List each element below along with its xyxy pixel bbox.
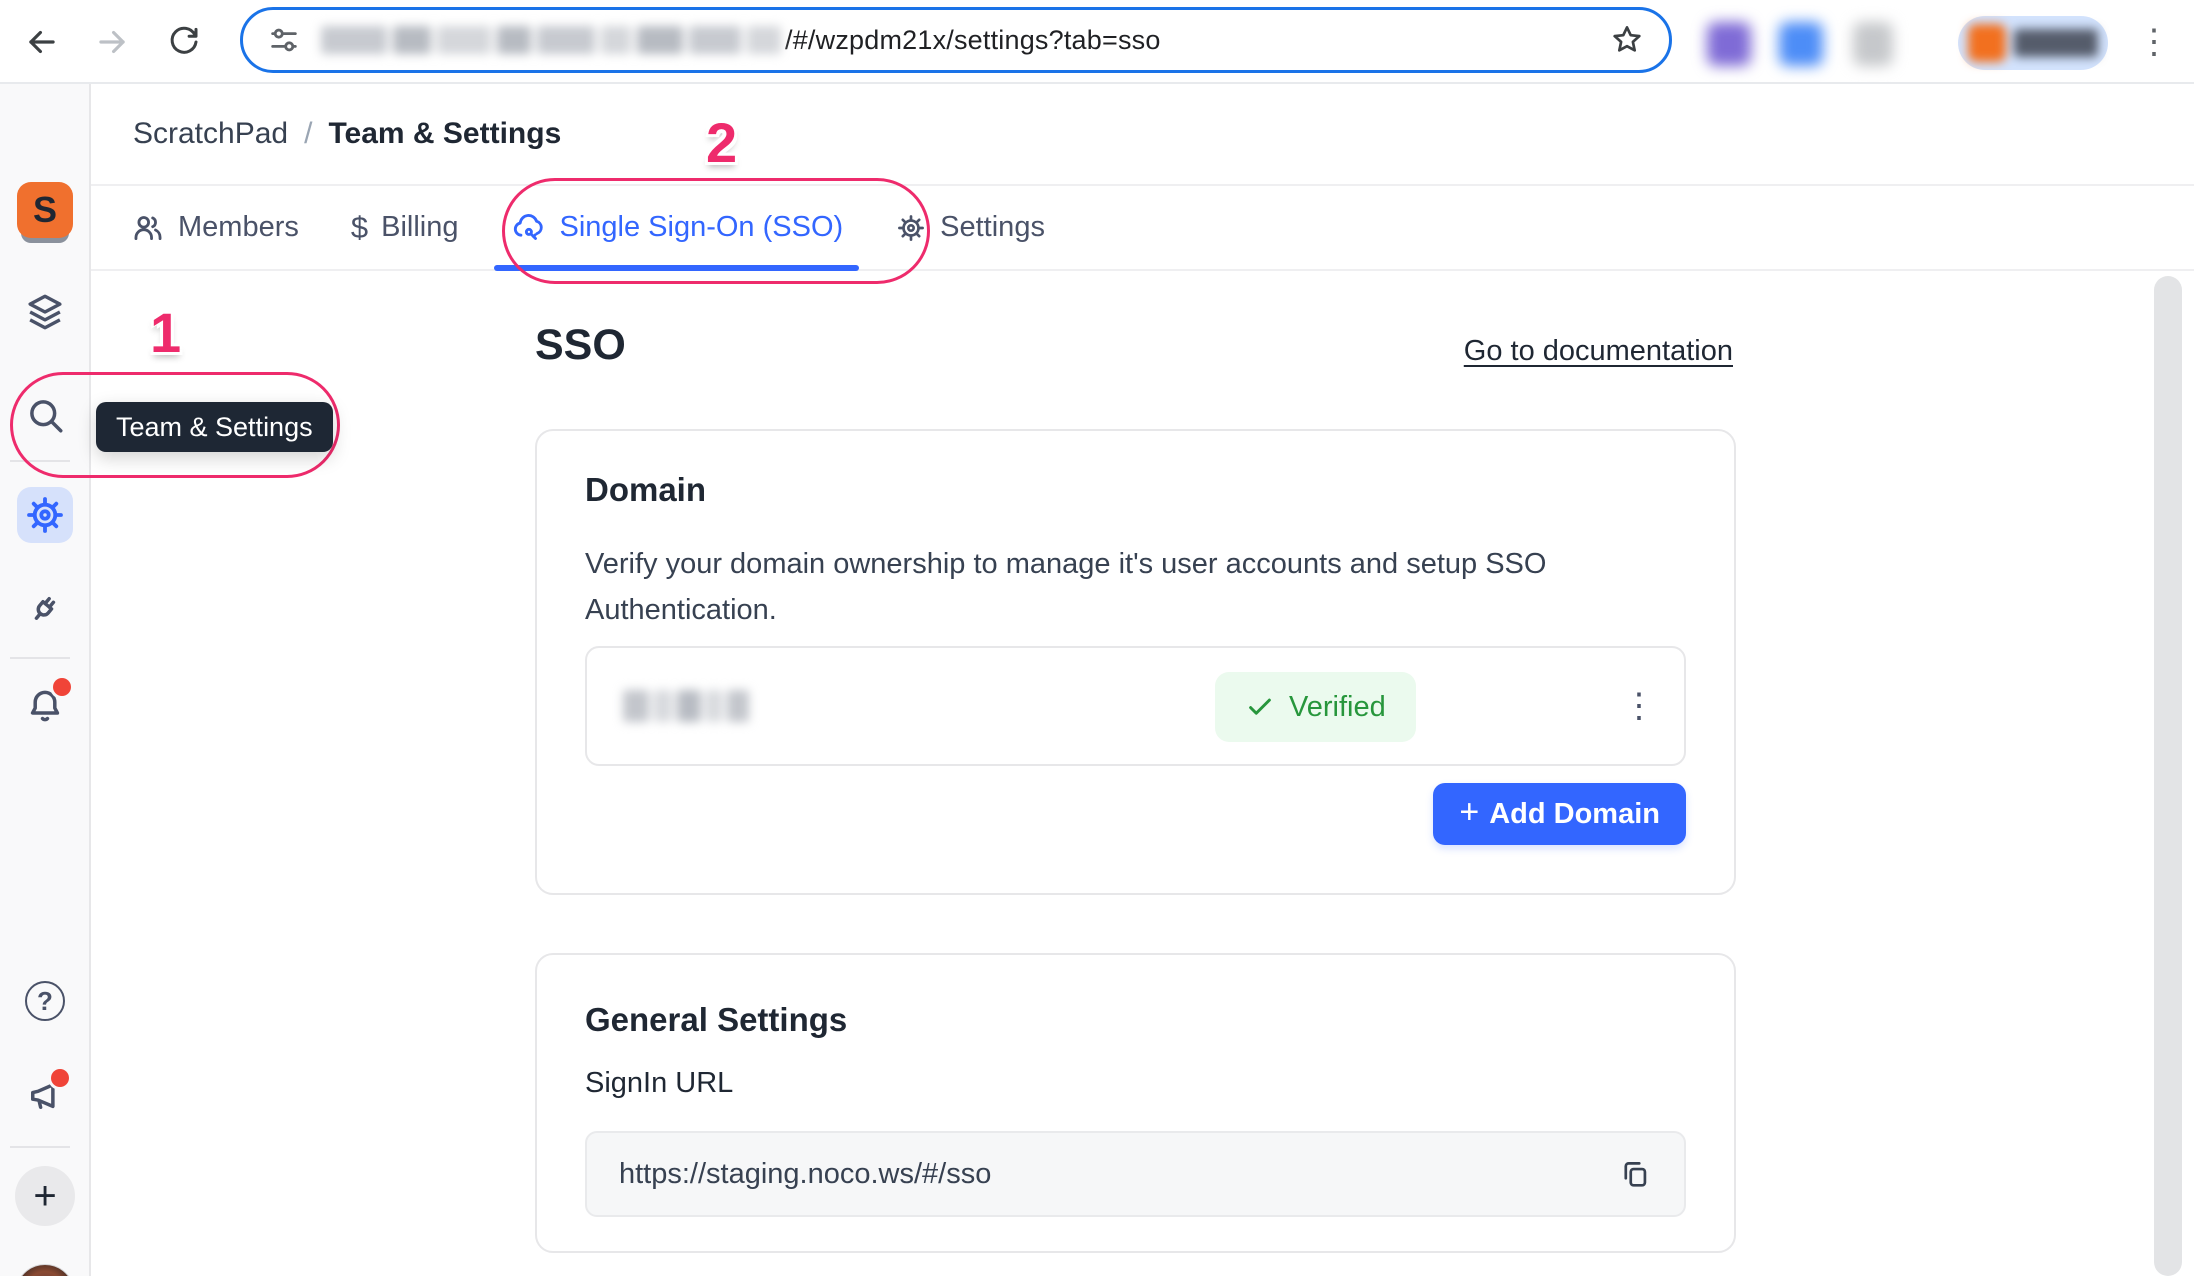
go-to-documentation-link[interactable]: Go to documentation [1464, 335, 1733, 368]
extension-icon[interactable] [1707, 22, 1751, 66]
back-button[interactable] [14, 14, 70, 70]
dollar-icon: $ [351, 210, 368, 246]
domain-card-title: Domain [585, 471, 706, 509]
signin-url-value: https://staging.noco.ws/#/sso [619, 1158, 991, 1191]
breadcrumb: ScratchPad / Team & Settings [91, 84, 2194, 186]
forward-button[interactable] [84, 14, 140, 70]
kebab-menu-icon: ⋮ [1622, 686, 1656, 726]
add-workspace-button[interactable]: + [15, 1166, 75, 1226]
domain-card-description: Verify your domain ownership to manage i… [585, 541, 1645, 633]
copy-url-button[interactable] [1618, 1157, 1652, 1191]
add-domain-button[interactable]: + Add Domain [1433, 783, 1686, 845]
profile-chip-content [1968, 24, 2098, 62]
domain-row: Verified ⋮ [585, 646, 1686, 766]
sidebar-divider [10, 1146, 70, 1148]
question-icon: ? [25, 981, 65, 1021]
mini-sidebar: S [0, 84, 91, 1276]
annotation-number-2: 2 [706, 110, 737, 175]
layers-icon [24, 291, 66, 333]
profile-name-blurred [2014, 29, 2098, 57]
plug-icon [24, 587, 66, 629]
signin-url-label: SignIn URL [585, 1067, 733, 1100]
whats-new-badge [51, 1069, 69, 1087]
sso-settings-panel: SSO Go to documentation Domain Verify yo… [91, 271, 2194, 1276]
extension-icon[interactable] [1853, 22, 1893, 66]
breadcrumb-separator: / [304, 117, 312, 151]
star-icon [1609, 22, 1645, 58]
sidebar-item-team-settings[interactable] [17, 487, 73, 543]
browser-profile-chip[interactable] [1958, 16, 2108, 70]
vertical-scrollbar-thumb[interactable] [2154, 276, 2182, 1276]
plus-icon: + [1459, 793, 1479, 832]
settings-tabs: Members $ Billing Single Sign-On (SSO) S… [91, 186, 2194, 271]
sidebar-item-notifications[interactable] [17, 678, 73, 734]
redacted-url-domain [321, 26, 781, 54]
general-settings-card: General Settings SignIn URL https://stag… [535, 953, 1736, 1253]
tab-members[interactable]: Members [105, 186, 325, 269]
workspace-logo-blurred [1968, 24, 2006, 62]
breadcrumb-current: Team & Settings [328, 117, 561, 151]
breadcrumb-workspace[interactable]: ScratchPad [133, 117, 288, 151]
browser-menu-button[interactable]: ⋮ [2126, 14, 2182, 70]
domain-actions-menu-button[interactable]: ⋮ [1622, 648, 1656, 764]
copy-icon [1618, 1157, 1652, 1191]
page-title: SSO [535, 321, 626, 370]
back-arrow-icon [23, 23, 61, 61]
general-card-title: General Settings [585, 1001, 847, 1039]
annotation-circle-step2 [502, 178, 930, 284]
check-icon [1245, 692, 1275, 722]
browser-window: /#/wzpdm21x/settings?tab=sso ⋮ S [0, 0, 2194, 1276]
bookmark-star-button[interactable] [1609, 22, 1645, 58]
reload-button[interactable] [156, 14, 212, 70]
users-icon [131, 211, 165, 245]
forward-arrow-icon [93, 23, 131, 61]
tab-label: Members [178, 211, 299, 244]
tab-label: Billing [381, 211, 458, 244]
add-domain-label: Add Domain [1489, 798, 1660, 831]
verified-badge: Verified [1215, 672, 1416, 742]
sidebar-item-integrations[interactable] [17, 580, 73, 636]
verified-label: Verified [1289, 691, 1386, 724]
redacted-domain-name [623, 690, 749, 722]
extension-icon[interactable] [1779, 22, 1823, 66]
tab-billing[interactable]: $ Billing [325, 186, 485, 269]
notification-badge [53, 678, 71, 696]
user-avatar[interactable] [15, 1264, 75, 1276]
workspace-logo[interactable]: S [17, 182, 73, 238]
domain-card: Domain Verify your domain ownership to m… [535, 429, 1736, 895]
sidebar-item-bases[interactable] [17, 284, 73, 340]
url-path: /#/wzpdm21x/settings?tab=sso [785, 25, 1161, 56]
signin-url-field[interactable]: https://staging.noco.ws/#/sso [585, 1131, 1686, 1217]
sidebar-divider [10, 657, 70, 659]
address-bar[interactable]: /#/wzpdm21x/settings?tab=sso [240, 7, 1672, 73]
sidebar-item-whats-new[interactable] [17, 1067, 73, 1123]
kebab-menu-icon: ⋮ [2137, 25, 2171, 59]
annotation-number-1: 1 [150, 300, 181, 365]
browser-toolbar: /#/wzpdm21x/settings?tab=sso ⋮ [0, 0, 2194, 84]
sidebar-item-help[interactable]: ? [17, 973, 73, 1029]
team-settings-tooltip: Team & Settings [96, 402, 333, 452]
reload-icon [166, 24, 202, 60]
site-settings-icon [267, 23, 301, 57]
gear-icon [23, 493, 67, 537]
tab-label: Settings [940, 211, 1045, 244]
